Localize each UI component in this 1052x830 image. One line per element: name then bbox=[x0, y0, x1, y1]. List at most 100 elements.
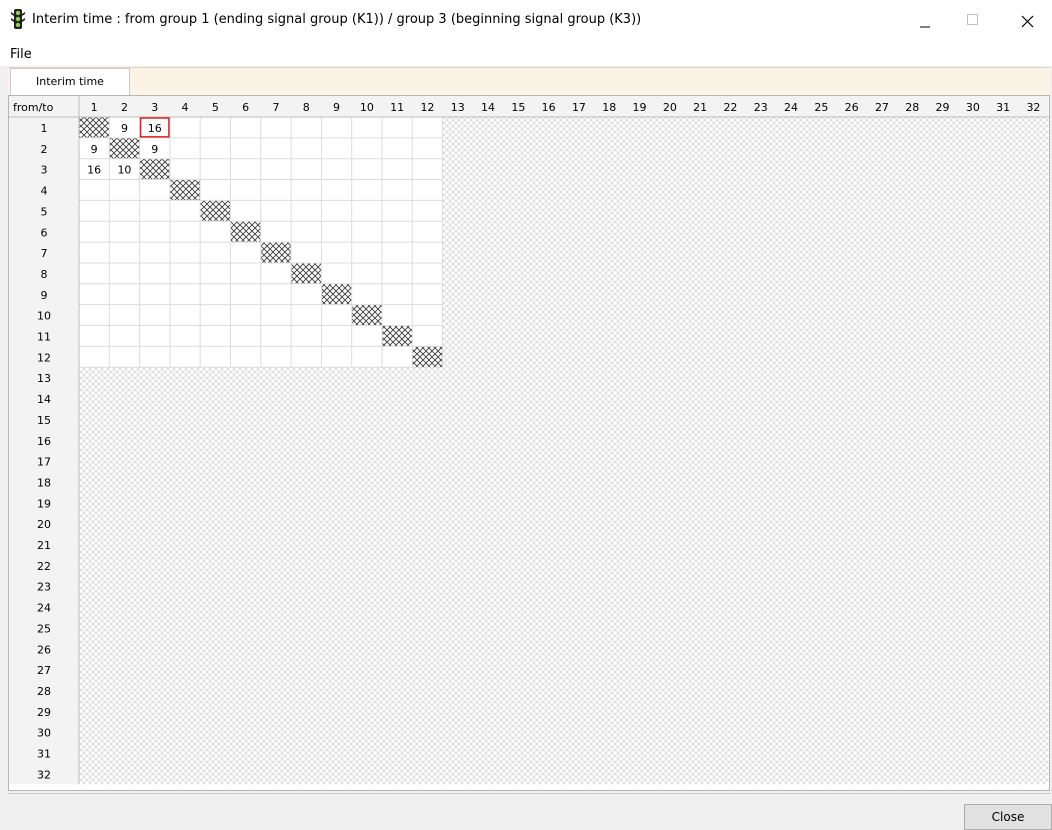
column-header[interactable]: 21 bbox=[693, 101, 707, 114]
matrix-cell[interactable] bbox=[383, 201, 411, 220]
matrix-cell[interactable] bbox=[262, 160, 290, 179]
row-header[interactable]: 9 bbox=[41, 289, 48, 302]
matrix-cell[interactable] bbox=[80, 243, 108, 262]
column-header[interactable]: 4 bbox=[182, 101, 189, 114]
matrix-cell[interactable] bbox=[171, 306, 199, 325]
matrix-cell[interactable] bbox=[322, 222, 350, 241]
matrix-cell[interactable] bbox=[171, 222, 199, 241]
matrix-cell[interactable] bbox=[413, 201, 441, 220]
column-header[interactable]: 16 bbox=[542, 101, 556, 114]
matrix-cell[interactable] bbox=[322, 306, 350, 325]
matrix-cell[interactable] bbox=[353, 181, 381, 200]
matrix-cell[interactable] bbox=[353, 327, 381, 346]
matrix-cell[interactable] bbox=[413, 222, 441, 241]
matrix-cell[interactable] bbox=[413, 139, 441, 158]
matrix-cell[interactable] bbox=[262, 222, 290, 241]
matrix-cell[interactable] bbox=[353, 243, 381, 262]
row-header[interactable]: 28 bbox=[37, 685, 51, 698]
matrix-cell[interactable] bbox=[353, 201, 381, 220]
matrix-cell[interactable] bbox=[262, 139, 290, 158]
matrix-cell[interactable] bbox=[232, 264, 260, 283]
matrix-cell[interactable] bbox=[201, 264, 229, 283]
matrix-cell[interactable] bbox=[383, 264, 411, 283]
column-header[interactable]: 31 bbox=[996, 101, 1010, 114]
matrix-cell[interactable] bbox=[322, 160, 350, 179]
matrix-cell[interactable] bbox=[201, 347, 229, 366]
matrix-cell[interactable] bbox=[292, 222, 320, 241]
matrix-cell[interactable] bbox=[322, 264, 350, 283]
matrix-cell[interactable] bbox=[322, 118, 350, 137]
matrix-cell[interactable] bbox=[171, 285, 199, 304]
matrix-cell[interactable] bbox=[292, 181, 320, 200]
matrix-cell[interactable] bbox=[232, 160, 260, 179]
maximize-button[interactable] bbox=[950, 0, 996, 44]
matrix-cell[interactable] bbox=[292, 201, 320, 220]
row-header[interactable]: 20 bbox=[37, 518, 51, 531]
column-header[interactable]: 29 bbox=[936, 101, 950, 114]
row-header[interactable]: 25 bbox=[37, 622, 51, 635]
matrix-cell[interactable] bbox=[413, 327, 441, 346]
row-header[interactable]: 5 bbox=[41, 205, 48, 218]
matrix-cell[interactable] bbox=[201, 306, 229, 325]
column-header[interactable]: 25 bbox=[814, 101, 828, 114]
column-header[interactable]: 28 bbox=[905, 101, 919, 114]
minimize-button[interactable] bbox=[902, 0, 948, 44]
row-header[interactable]: 30 bbox=[37, 727, 51, 740]
matrix-cell[interactable] bbox=[262, 118, 290, 137]
matrix-cell[interactable] bbox=[80, 327, 108, 346]
row-header[interactable]: 6 bbox=[41, 226, 48, 239]
matrix-cell[interactable] bbox=[232, 118, 260, 137]
row-header[interactable]: 29 bbox=[37, 706, 51, 719]
column-header[interactable]: 32 bbox=[1026, 101, 1040, 114]
matrix-cell[interactable] bbox=[383, 243, 411, 262]
matrix-cell[interactable] bbox=[201, 327, 229, 346]
matrix-cell[interactable] bbox=[262, 181, 290, 200]
matrix-cell[interactable] bbox=[110, 285, 138, 304]
column-header[interactable]: 8 bbox=[303, 101, 310, 114]
matrix-cell[interactable] bbox=[413, 160, 441, 179]
matrix-cell[interactable] bbox=[292, 347, 320, 366]
matrix-cell[interactable] bbox=[292, 139, 320, 158]
matrix-cell[interactable] bbox=[141, 285, 169, 304]
column-header[interactable]: 5 bbox=[212, 101, 219, 114]
matrix-cell[interactable] bbox=[141, 347, 169, 366]
row-header[interactable]: 32 bbox=[37, 768, 51, 781]
matrix-cell[interactable] bbox=[383, 118, 411, 137]
matrix-cell[interactable] bbox=[232, 243, 260, 262]
matrix-cell[interactable] bbox=[80, 264, 108, 283]
matrix-cell[interactable] bbox=[232, 201, 260, 220]
column-header[interactable]: 26 bbox=[845, 101, 859, 114]
matrix-cell[interactable] bbox=[141, 201, 169, 220]
matrix-cell[interactable] bbox=[110, 243, 138, 262]
matrix-cell[interactable] bbox=[80, 222, 108, 241]
matrix-cell[interactable] bbox=[353, 285, 381, 304]
row-header[interactable]: 16 bbox=[37, 435, 51, 448]
matrix-cell[interactable] bbox=[141, 264, 169, 283]
matrix-cell[interactable] bbox=[141, 181, 169, 200]
row-header[interactable]: 26 bbox=[37, 643, 51, 656]
matrix-cell[interactable] bbox=[232, 285, 260, 304]
matrix-cell[interactable] bbox=[292, 160, 320, 179]
matrix-cell[interactable] bbox=[262, 201, 290, 220]
matrix-cell[interactable] bbox=[80, 285, 108, 304]
matrix-cell[interactable] bbox=[110, 222, 138, 241]
matrix-cell[interactable] bbox=[322, 181, 350, 200]
column-header[interactable]: 15 bbox=[511, 101, 525, 114]
matrix-cell[interactable] bbox=[262, 306, 290, 325]
column-header[interactable]: 12 bbox=[420, 101, 434, 114]
matrix-cell[interactable] bbox=[383, 181, 411, 200]
matrix-cell[interactable] bbox=[292, 118, 320, 137]
row-header[interactable]: 31 bbox=[37, 748, 51, 761]
row-header[interactable]: 19 bbox=[37, 497, 51, 510]
matrix-cell[interactable] bbox=[413, 181, 441, 200]
matrix-cell[interactable] bbox=[80, 181, 108, 200]
matrix-cell[interactable] bbox=[292, 285, 320, 304]
row-header[interactable]: 10 bbox=[37, 310, 51, 323]
column-header[interactable]: 20 bbox=[663, 101, 677, 114]
matrix-cell[interactable] bbox=[110, 306, 138, 325]
column-header[interactable]: 10 bbox=[360, 101, 374, 114]
matrix-cell[interactable] bbox=[383, 306, 411, 325]
row-header[interactable]: 1 bbox=[41, 122, 48, 135]
matrix-cell[interactable] bbox=[262, 285, 290, 304]
matrix-cell[interactable] bbox=[80, 306, 108, 325]
